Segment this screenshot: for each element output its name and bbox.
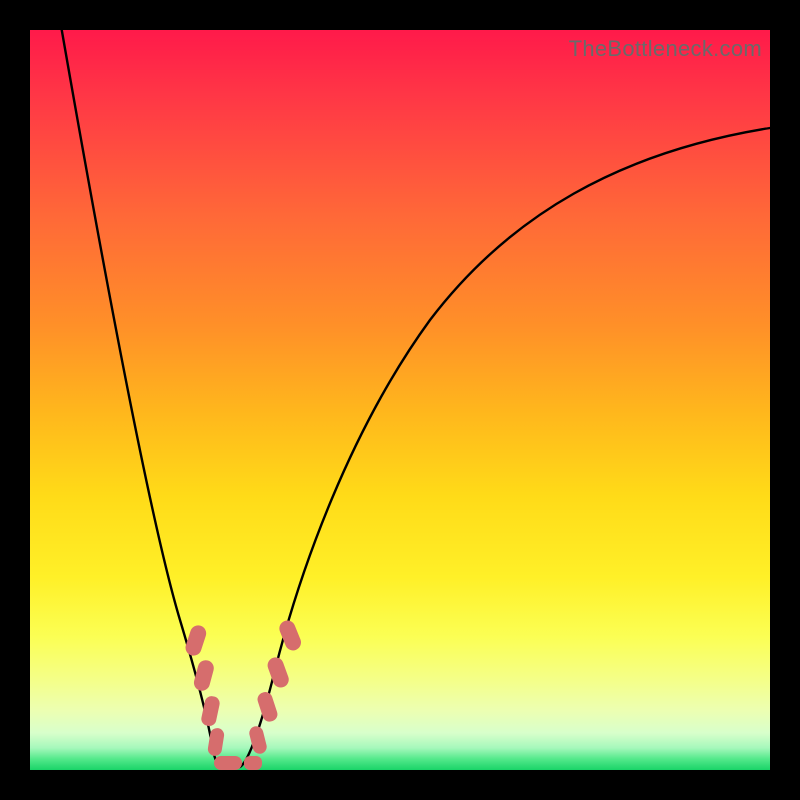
- data-bead: [265, 655, 291, 690]
- curve-layer: [30, 30, 770, 770]
- curve-left-branch: [60, 20, 222, 767]
- data-bead: [214, 756, 242, 770]
- chart-container: TheBottleneck.com: [0, 0, 800, 800]
- data-bead: [192, 658, 215, 692]
- data-bead: [256, 690, 280, 723]
- curve-right-branch: [240, 128, 770, 767]
- data-bead: [244, 756, 262, 770]
- gradient-plot-area: TheBottleneck.com: [30, 30, 770, 770]
